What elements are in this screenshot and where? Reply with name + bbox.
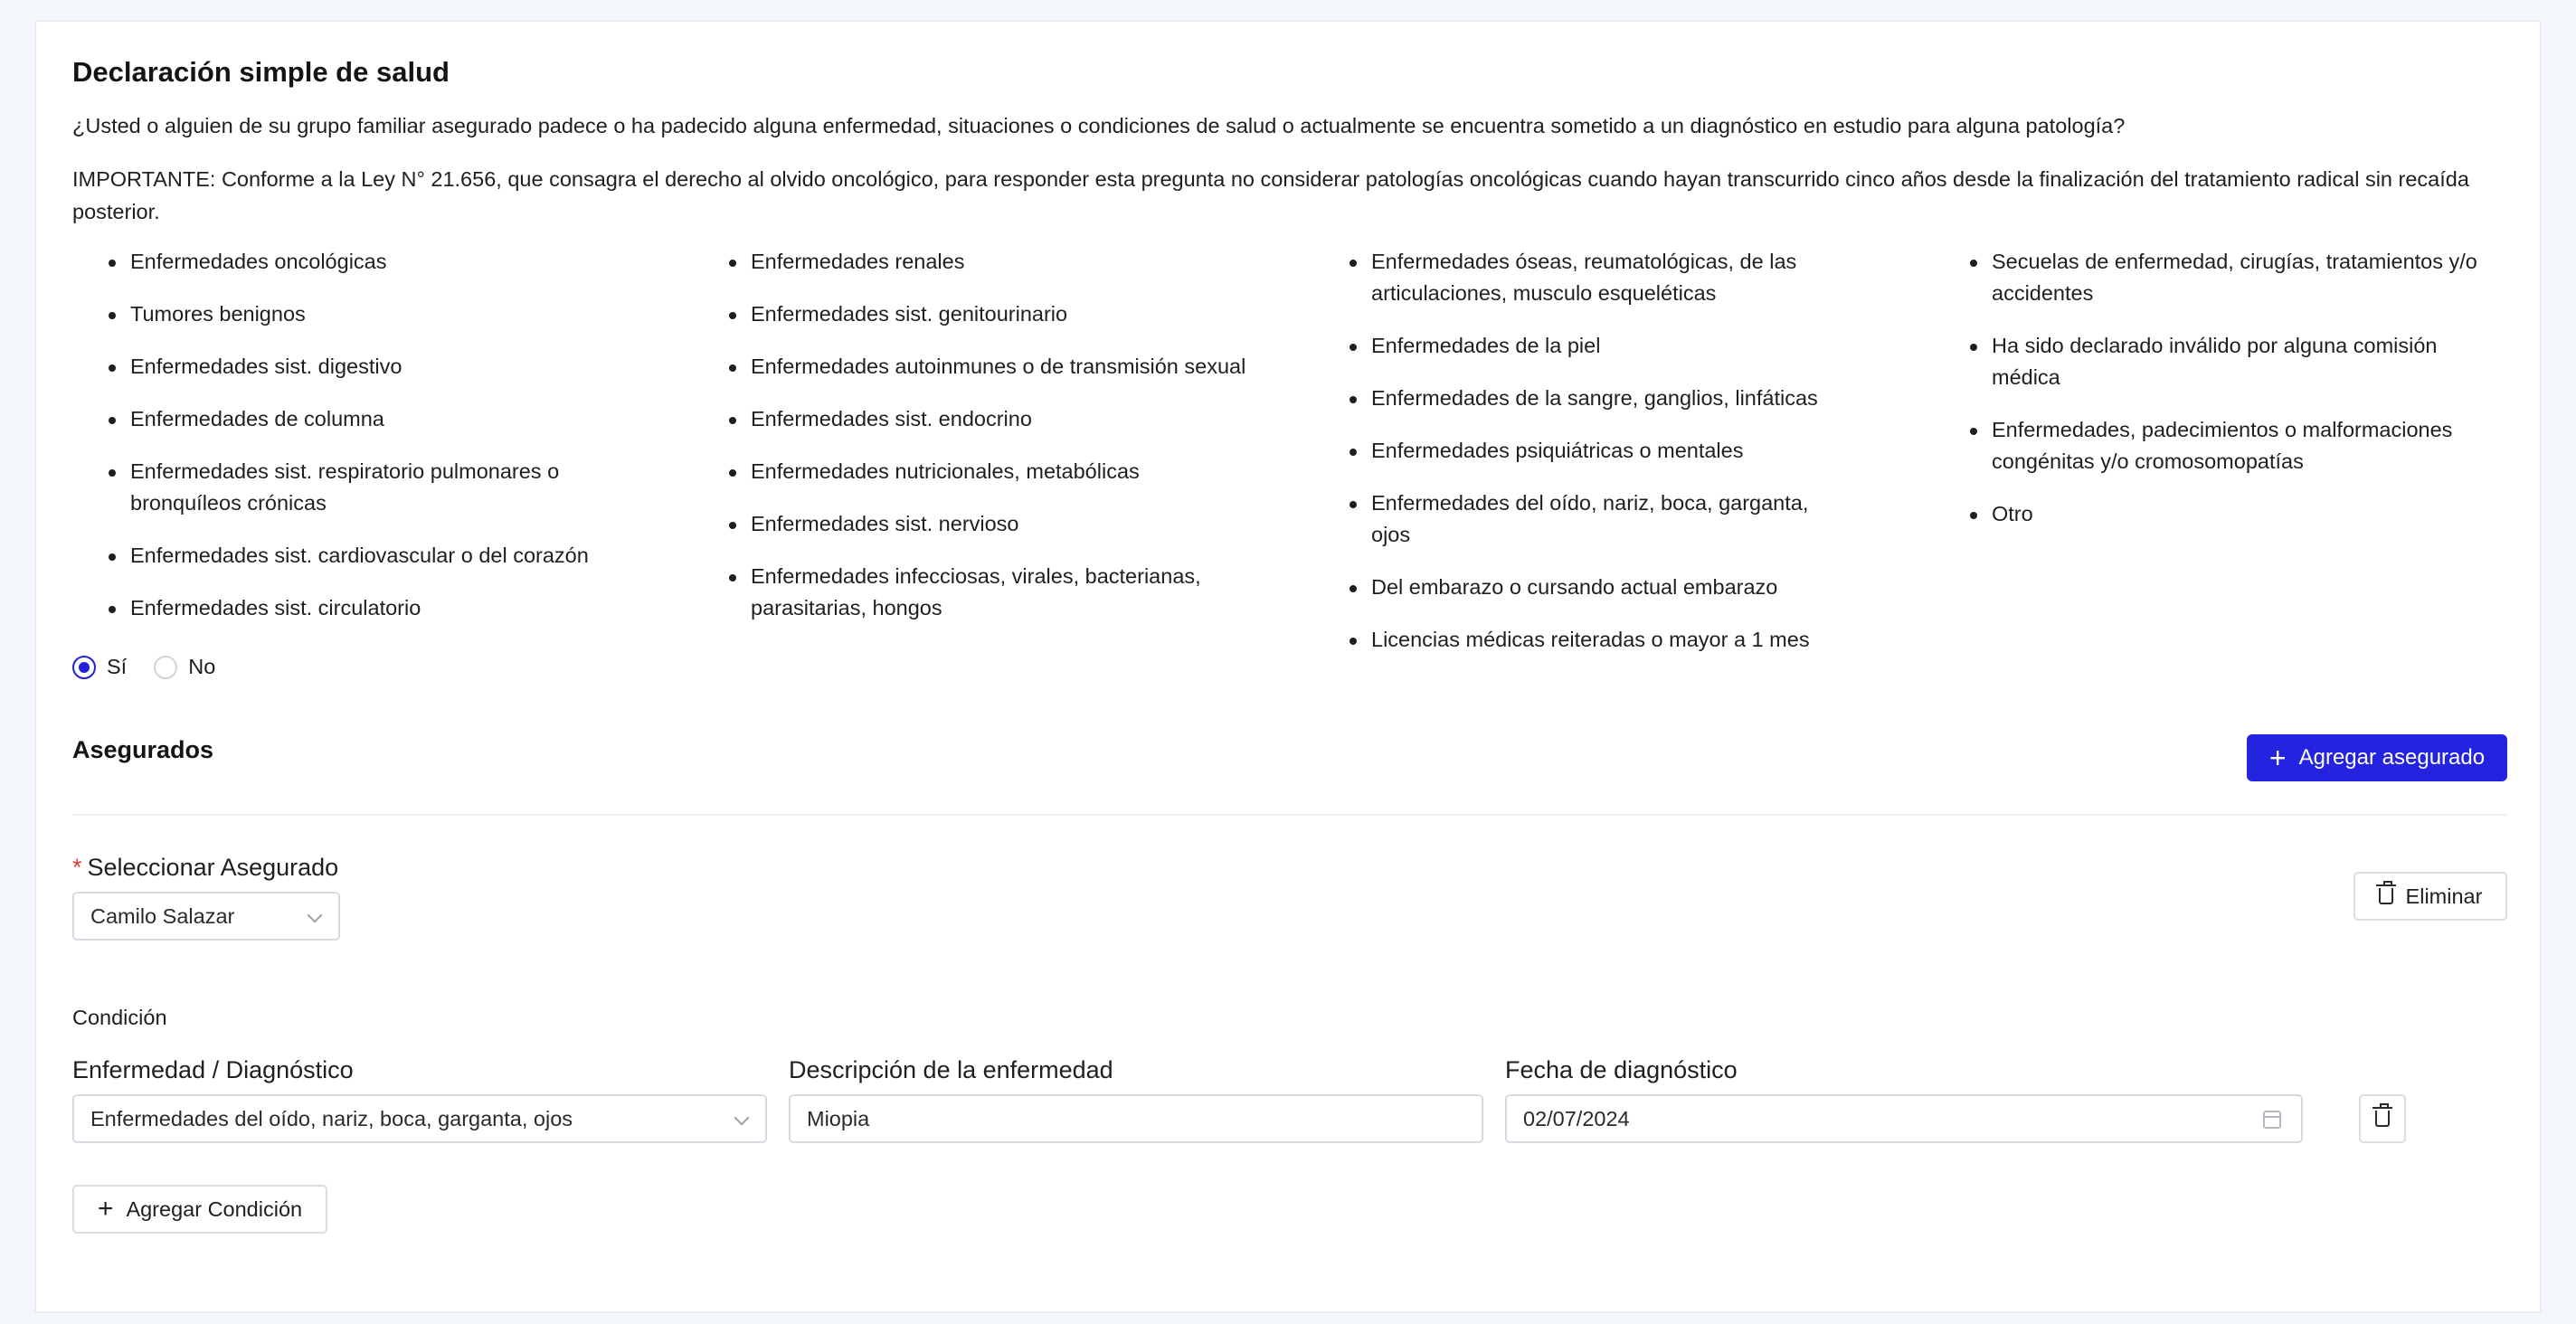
conditions-column-1: Enfermedades oncológicas Tumores benigno…: [72, 246, 633, 645]
select-asegurado-label-text: Seleccionar Asegurado: [87, 854, 339, 881]
list-item: Enfermedades sist. circulatorio: [72, 592, 633, 624]
date-label: Fecha de diagnóstico: [1505, 1056, 1738, 1083]
list-item: Del embarazo o cursando actual embarazo: [1313, 572, 1838, 603]
list-item: Enfermedades de la sangre, ganglios, lin…: [1313, 383, 1838, 414]
trash-icon: [2372, 1103, 2392, 1127]
list-item: Tumores benignos: [72, 298, 633, 330]
divider: [72, 814, 2507, 816]
list-item: Enfermedades nutricionales, metabólicas: [693, 456, 1272, 487]
health-question: ¿Usted o alguien de su grupo familiar as…: [72, 114, 2126, 137]
add-condition-button[interactable]: + Agregar Condición: [72, 1185, 327, 1234]
list-item: Enfermedades renales: [693, 246, 1272, 278]
required-mark: *: [72, 854, 82, 881]
health-declaration-card: Declaración simple de salud ¿Usted o alg…: [34, 20, 2542, 1313]
list-item: Licencias médicas reiteradas o mayor a 1…: [1313, 624, 1838, 656]
list-item: Enfermedades sist. digestivo: [72, 351, 633, 383]
condition-section-label: Condición: [72, 1006, 167, 1029]
asegurado-select[interactable]: Camilo Salazar: [72, 892, 340, 941]
plus-icon: +: [97, 1194, 114, 1224]
date-input-value: 02/07/2024: [1523, 1106, 1630, 1130]
no-radio-label[interactable]: No: [188, 655, 215, 679]
conditions-column-3: Enfermedades óseas, reumatológicas, de l…: [1313, 246, 1838, 676]
list-item: Enfermedades de la piel: [1313, 330, 1838, 362]
no-radio[interactable]: [154, 655, 178, 679]
conditions-column-2: Enfermedades renales Enfermedades sist. …: [693, 246, 1272, 645]
disease-select-value: Enfermedades del oído, nariz, boca, garg…: [90, 1106, 573, 1130]
delete-condition-button[interactable]: [2359, 1094, 2406, 1143]
list-item: Enfermedades del oído, nariz, boca, garg…: [1313, 487, 1838, 551]
list-item: Enfermedades sist. cardiovascular o del …: [72, 540, 633, 572]
list-item: Enfermedades, padecimientos o malformaci…: [1934, 414, 2495, 478]
trash-icon: [2375, 881, 2396, 904]
add-condition-label: Agregar Condición: [126, 1196, 303, 1221]
disease-select[interactable]: Enfermedades del oído, nariz, boca, garg…: [72, 1094, 767, 1143]
chevron-down-icon: [734, 1110, 750, 1126]
list-item: Enfermedades sist. genitourinario: [693, 298, 1272, 330]
list-item: Enfermedades psiquiátricas o mentales: [1313, 435, 1838, 467]
list-item: Secuelas de enfermedad, cirugías, tratam…: [1934, 246, 2495, 309]
description-input-value: Miopia: [807, 1106, 870, 1130]
conditions-column-4: Secuelas de enfermedad, cirugías, tratam…: [1934, 246, 2495, 551]
important-notice: IMPORTANTE: Conforme a la Ley N° 21.656,…: [72, 167, 2469, 223]
description-label: Descripción de la enfermedad: [789, 1056, 1113, 1083]
yes-radio-label[interactable]: Sí: [107, 655, 127, 679]
chevron-down-icon: [307, 907, 323, 923]
list-item: Otro: [1934, 498, 2495, 530]
list-item: Enfermedades sist. nervioso: [693, 508, 1272, 540]
asegurados-title: Asegurados: [72, 736, 214, 763]
description-input[interactable]: Miopia: [789, 1094, 1483, 1143]
select-asegurado-label: * Seleccionar Asegurado: [72, 854, 338, 882]
answer-radio-group: Sí No: [72, 655, 242, 679]
add-asegurado-button[interactable]: + Agregar asegurado: [2247, 734, 2507, 781]
list-item: Enfermedades sist. endocrino: [693, 403, 1272, 435]
yes-radio[interactable]: [72, 655, 96, 679]
delete-asegurado-label: Eliminar: [2405, 884, 2483, 908]
list-item: Enfermedades autoinmunes o de transmisió…: [693, 351, 1272, 383]
disease-label: Enfermedad / Diagnóstico: [72, 1056, 354, 1083]
list-item: Ha sido declarado inválido por alguna co…: [1934, 330, 2495, 393]
list-item: Enfermedades sist. respiratorio pulmonar…: [72, 456, 633, 519]
date-input[interactable]: 02/07/2024: [1505, 1094, 2303, 1143]
list-item: Enfermedades de columna: [72, 403, 633, 435]
list-item: Enfermedades óseas, reumatológicas, de l…: [1313, 246, 1838, 309]
delete-asegurado-button[interactable]: Eliminar: [2353, 872, 2507, 921]
page-title: Declaración simple de salud: [72, 56, 450, 88]
plus-icon: +: [2268, 742, 2287, 774]
list-item: Enfermedades oncológicas: [72, 246, 633, 278]
calendar-icon: [2263, 1111, 2281, 1129]
add-asegurado-label: Agregar asegurado: [2298, 745, 2486, 770]
list-item: Enfermedades infecciosas, virales, bacte…: [693, 561, 1272, 624]
asegurado-select-value: Camilo Salazar: [90, 903, 235, 928]
